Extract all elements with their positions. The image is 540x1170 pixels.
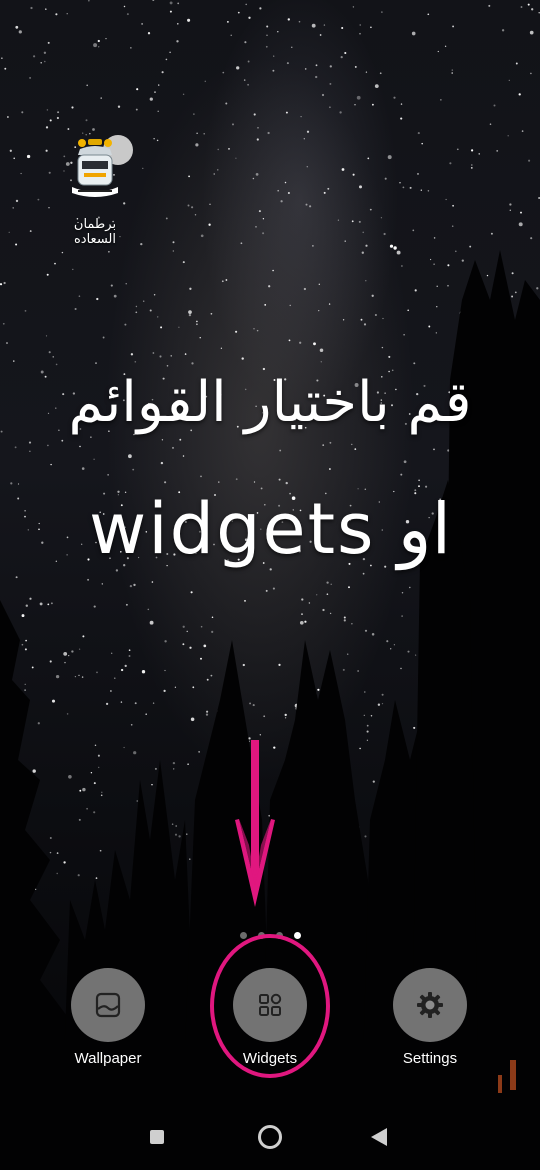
wallpaper-icon bbox=[71, 968, 145, 1042]
settings-label: Settings bbox=[402, 1050, 458, 1067]
wallpaper-label: Wallpaper bbox=[74, 1050, 142, 1067]
wallpaper-button[interactable]: Wallpaper bbox=[48, 968, 168, 1067]
back-triangle-icon[interactable] bbox=[371, 1128, 387, 1146]
home-circle-icon[interactable] bbox=[258, 1125, 282, 1149]
app-shortcut[interactable]: برطمان السعاده bbox=[52, 135, 138, 247]
instruction-text-line1: قم باختيار القوائم bbox=[68, 370, 472, 435]
instruction-text-line2: او widgets bbox=[88, 488, 452, 570]
highlight-circle-annotation bbox=[210, 934, 330, 1078]
settings-button[interactable]: Settings bbox=[370, 968, 490, 1067]
jar-logo-icon bbox=[68, 135, 122, 201]
app-label: برطمان السعاده bbox=[73, 217, 117, 247]
navigation-bar bbox=[0, 1105, 540, 1170]
gear-icon bbox=[393, 968, 467, 1042]
recents-square-icon[interactable] bbox=[150, 1130, 164, 1144]
pointer-arrow-annotation bbox=[235, 740, 275, 907]
